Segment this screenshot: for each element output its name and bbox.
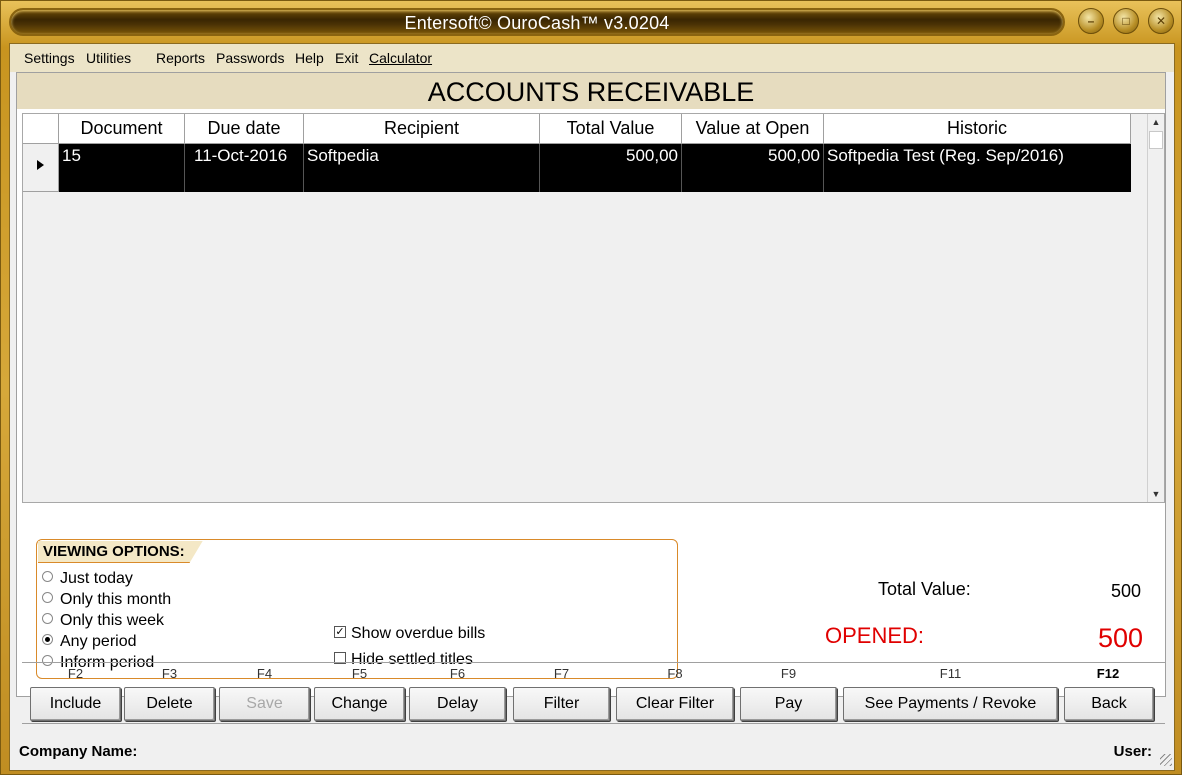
close-button[interactable]: ✕	[1148, 8, 1174, 34]
menu-calculator[interactable]: Calculator	[369, 50, 432, 66]
radio-any-period[interactable]: Any period	[42, 633, 137, 651]
table-row[interactable]: 15 11-Oct-2016 Softpedia 500,00 500,00 S…	[59, 144, 1131, 192]
scroll-thumb[interactable]	[1149, 131, 1163, 149]
menu-settings[interactable]: Settings	[24, 50, 75, 66]
window-title: Entersoft© OuroCash™ v3.0204	[404, 13, 670, 33]
col-header-total-value[interactable]: Total Value	[540, 114, 682, 144]
cell-value-at-open: 500,00	[682, 144, 824, 192]
col-header-due-date[interactable]: Due date	[185, 114, 304, 144]
close-icon: ✕	[1155, 14, 1167, 28]
status-bar: Company Name: User:	[10, 738, 1174, 768]
include-button[interactable]: Include	[30, 687, 121, 721]
cell-historic: Softpedia Test (Reg. Sep/2016)	[827, 146, 1064, 165]
fkey-label: F9	[780, 666, 797, 681]
cell-total-value: 500,00	[540, 144, 682, 192]
menu-utilities[interactable]: Utilities	[86, 50, 131, 66]
opened-value: 500	[1098, 623, 1144, 653]
cell-due-date: 11-Oct-2016	[185, 144, 304, 192]
current-row-arrow-icon	[37, 160, 44, 170]
resize-grip-icon[interactable]	[1160, 754, 1172, 766]
main-panel: ACCOUNTS RECEIVABLE Document Due date Re…	[16, 72, 1166, 697]
radio-only-this-month[interactable]: Only this month	[42, 591, 171, 609]
title-bar[interactable]: Entersoft© OuroCash™ v3.0204	[9, 8, 1065, 36]
menu-help[interactable]: Help	[295, 50, 324, 66]
radio-icon	[42, 592, 53, 604]
cell-document: 15	[59, 144, 185, 192]
viewing-options-title: VIEWING OPTIONS:	[38, 541, 203, 563]
app-window: Entersoft© OuroCash™ v3.0204 – □ ✕ Setti…	[0, 0, 1182, 775]
fkey-label: F3	[161, 666, 178, 681]
see-payments-revoke-button[interactable]: See Payments / Revoke	[843, 687, 1058, 721]
col-header-document[interactable]: Document	[59, 114, 185, 144]
clear-filter-button[interactable]: Clear Filter	[616, 687, 734, 721]
change-button[interactable]: Change	[314, 687, 405, 721]
checkbox-checked-icon: ✓	[334, 625, 346, 638]
menu-reports[interactable]: Reports	[156, 50, 205, 66]
vertical-scrollbar[interactable]: ▲ ▼	[1147, 114, 1164, 502]
checkbox-show-overdue-bills[interactable]: ✓ Show overdue bills	[334, 625, 485, 643]
delay-button[interactable]: Delay	[409, 687, 506, 721]
row-header-corner	[23, 114, 59, 144]
viewing-options-group: VIEWING OPTIONS: Just today Only this mo…	[36, 539, 678, 679]
radio-icon	[42, 571, 53, 583]
pay-button[interactable]: Pay	[740, 687, 837, 721]
maximize-button[interactable]: □	[1113, 8, 1139, 34]
company-name-label: Company Name:	[19, 743, 138, 760]
function-key-toolbar: F2 F3 F4 F5 F6 F7 F8 F9 F11 F12 Include …	[22, 662, 1165, 724]
delete-button[interactable]: Delete	[124, 687, 215, 721]
col-header-value-at-open[interactable]: Value at Open	[682, 114, 824, 144]
menu-exit[interactable]: Exit	[335, 50, 358, 66]
radio-selected-icon	[42, 634, 53, 646]
fkey-label: F7	[553, 666, 570, 681]
maximize-icon: □	[1122, 14, 1130, 28]
back-button[interactable]: Back	[1064, 687, 1154, 721]
col-header-recipient[interactable]: Recipient	[304, 114, 540, 144]
col-header-historic[interactable]: Historic	[824, 114, 1131, 144]
total-value-label: Total Value:	[878, 579, 971, 599]
row-selector[interactable]	[23, 144, 59, 192]
radio-icon	[42, 613, 53, 625]
scroll-up-icon[interactable]: ▲	[1148, 114, 1164, 130]
fkey-label: F2	[67, 666, 84, 681]
radio-just-today[interactable]: Just today	[42, 570, 133, 588]
menu-passwords[interactable]: Passwords	[216, 50, 284, 66]
scroll-down-icon[interactable]: ▼	[1148, 486, 1164, 502]
receivables-grid[interactable]: Document Due date Recipient Total Value …	[22, 113, 1165, 503]
total-value: 500	[1111, 581, 1142, 601]
save-button[interactable]: Save	[219, 687, 310, 721]
cell-recipient: Softpedia	[304, 144, 540, 192]
fkey-label: F8	[667, 666, 683, 681]
fkey-label: F12	[1096, 666, 1120, 681]
filter-button[interactable]: Filter	[513, 687, 610, 721]
user-label: User:	[1113, 743, 1152, 760]
radio-only-this-week[interactable]: Only this week	[42, 612, 164, 630]
fkey-label: F5	[351, 666, 368, 681]
fkey-label: F11	[939, 666, 962, 681]
fkey-label: F6	[449, 666, 466, 681]
page-title: ACCOUNTS RECEIVABLE	[17, 73, 1165, 109]
minimize-button[interactable]: –	[1078, 8, 1104, 34]
client-area: Settings Utilities Reports Passwords Hel…	[9, 43, 1175, 771]
menu-bar: Settings Utilities Reports Passwords Hel…	[10, 44, 1174, 72]
opened-label: OPENED:	[825, 623, 925, 648]
fkey-label: F4	[256, 666, 273, 681]
minimize-icon: –	[1087, 14, 1095, 28]
